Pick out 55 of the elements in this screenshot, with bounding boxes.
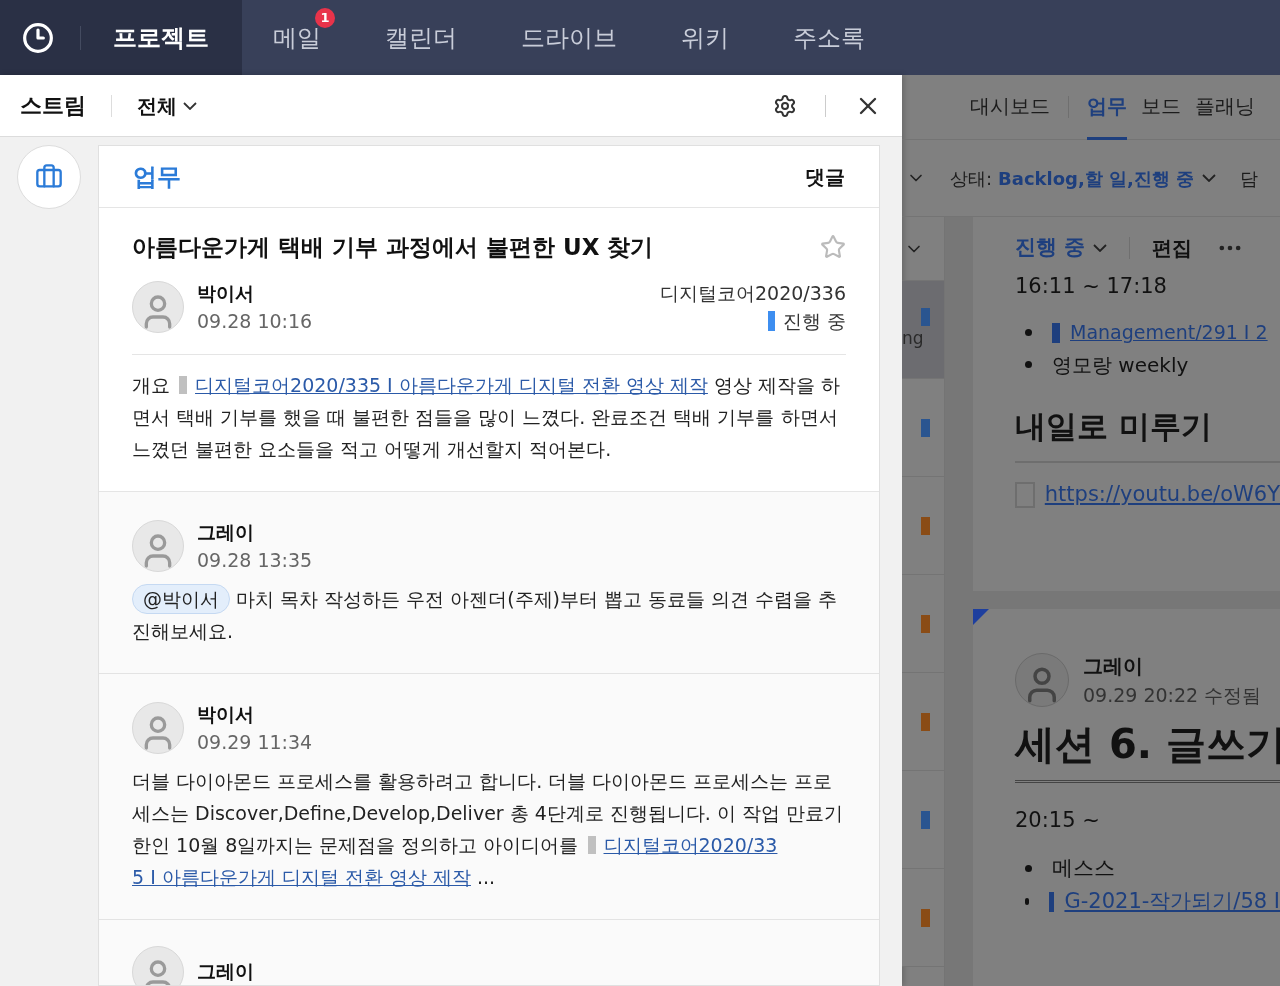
comment-text: 더블 다이아몬드 프로세스를 활용하려고 합니다. 더블 다이아몬드 프로세스는 프로세스는 Discover,Define,Develop,Deliver 총 4단계로 진행됩니다. 이 작업 만료기한인 10월 8일까지는 문제점을 정의하고 아이디어를 디지털코어2020/33 5 I 아름다운가게 디지털 전환 영상 제작 ... [132,768,844,890]
clock-icon[interactable] [22,21,54,54]
nav-tab[interactable]: 드라이브 [489,0,649,75]
chevron-down-icon [1093,244,1108,252]
post-time: 09.28 10:16 [197,309,313,334]
chevron-down-icon [1202,174,1217,182]
filter-label: 상태: [950,166,993,191]
task-link[interactable]: 디지털코어2020/33 [603,833,778,856]
panel-title: 스트림 [20,92,86,120]
app-tab[interactable]: 보드 [1141,75,1181,140]
briefcase-icon [35,163,63,191]
author-name: 그레이 [197,959,254,985]
marker-bar [179,375,188,394]
star-icon[interactable] [820,234,846,261]
notification-badge: 1 [315,8,335,28]
app-tab[interactable]: 대시보드 [970,75,1050,140]
edit-button[interactable]: 편집 [1152,233,1193,263]
nav-tab[interactable]: 메일 1 [241,0,353,75]
task-link[interactable]: 5 I 아름다운가게 디지털 전환 영상 제작 [132,865,471,888]
comment-text: 개요 디지털코어2020/335 I 아름다운가게 디지털 전환 영상 제작 영상 제작을 하면서 택배 기부를 했을 때 불편한 점들을 많이 느꼈다. 완료조건 택배 기부를 하면서 느꼈던 불편한 요소들을 적고 어떻게 개선할지 적어본다. [132,372,842,462]
author-name: 박이서 [197,280,255,306]
status-bar-marker [767,311,775,332]
nav-tab[interactable]: 주소록 [761,0,897,75]
note-heading: 세션 6. 글쓰기 [1015,713,1280,783]
settings-icon[interactable] [773,93,797,118]
marker-bar [1052,322,1060,343]
nav-tab[interactable]: 위키 [649,0,761,75]
chevron-down-icon [183,101,197,110]
edited-time: 09.29 20:22 수정됨 [1083,683,1262,708]
task-link[interactable]: 디지털코어2020/335 I 아름다운가게 디지털 전환 영상 제작 [195,373,708,396]
nav-tab[interactable]: 캘린더 [353,0,489,75]
comments-tab[interactable]: 댓글 [805,161,845,192]
row-text: ng [902,326,924,350]
filter-label: 담 [1240,166,1259,191]
comment-time: 09.28 13:35 [197,548,313,573]
comment-time: 09.29 11:34 [197,730,313,755]
author-name: 그레이 [197,519,255,545]
time-range: 20:15 ~ [1015,806,1101,834]
app-tab[interactable]: 플래닝 [1195,75,1255,140]
mention-chip[interactable]: @박이서 [132,583,230,614]
time-range: 16:11 ~ 17:18 [1015,273,1168,300]
project-id: 디지털코어2020/336 [659,280,846,306]
post-title: 아름다운가게 택배 기부 과정에서 불편한 UX 찾기 [132,233,654,262]
marker-bar [587,835,596,854]
marker-bar [1049,891,1055,912]
status-label: 진행 중 [782,309,846,334]
author-name: 박이서 [197,701,255,727]
bullet-text: 메스스 [1052,854,1115,882]
corner-flag-icon [973,609,989,625]
filter-dropdown[interactable]: 전체 [137,90,197,121]
category-label: 업무 [133,161,181,193]
author-name: 그레이 [1083,653,1144,680]
comment-text: @박이서 마치 목차 작성하든 우전 아젠더(주제)부터 뽑고 동료들 의견 수렴을 추진해보세요. [132,582,846,647]
bullet-text: 영모랑 weekly [1052,351,1189,379]
section-heading: 내일로 미루기 [1015,402,1280,463]
